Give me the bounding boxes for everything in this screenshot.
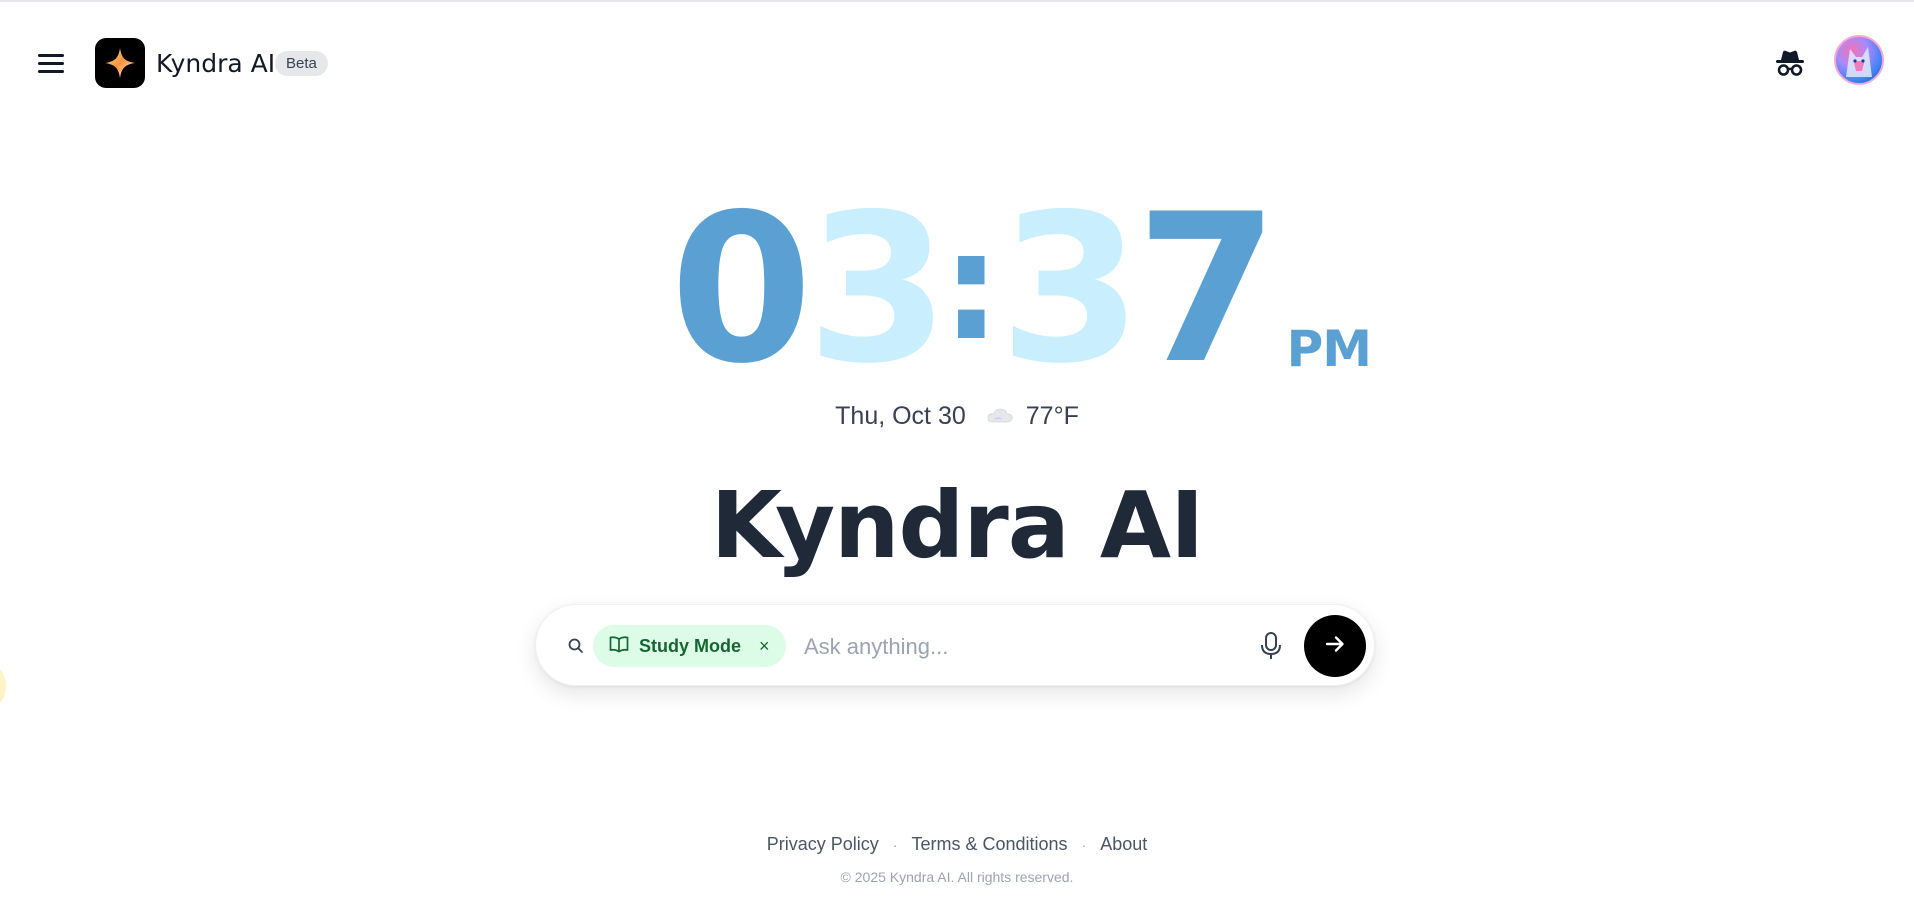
- clock: 0 3 : 3 7 PM: [670, 171, 1372, 409]
- avatar[interactable]: [1834, 35, 1884, 85]
- footer-links: Privacy Policy · Terms & Conditions · Ab…: [0, 834, 1914, 855]
- date-weather-row: Thu, Oct 30 77°F: [0, 402, 1914, 431]
- footer-separator: ·: [892, 836, 898, 853]
- header: Kyndra AI Beta: [0, 2, 1914, 124]
- clock-ampm: PM: [1286, 320, 1372, 378]
- edge-decoration: [0, 668, 6, 704]
- beta-badge: Beta: [275, 51, 328, 76]
- clock-minute-ones: 7: [1135, 171, 1279, 409]
- chip-close-icon[interactable]: ×: [759, 636, 770, 657]
- page: Kyndra AI Beta 0 3 : 3 7 PM Thu, Oct 30 …: [0, 0, 1914, 913]
- cloud-icon: [986, 402, 1014, 431]
- weather: 77°F: [986, 402, 1079, 431]
- arrow-right-icon: [1322, 631, 1348, 662]
- about-link[interactable]: About: [1100, 834, 1147, 855]
- study-mode-label: Study Mode: [639, 635, 741, 656]
- date-label: Thu, Oct 30: [835, 402, 966, 430]
- brand-name[interactable]: Kyndra AI: [156, 49, 275, 78]
- footer-separator: ·: [1081, 836, 1087, 853]
- clock-hour-ones: 3: [806, 171, 950, 409]
- menu-icon[interactable]: [30, 46, 70, 82]
- logo-icon[interactable]: [95, 38, 145, 88]
- incognito-icon[interactable]: [1770, 46, 1810, 82]
- search-icon: [566, 636, 586, 656]
- microphone-icon[interactable]: [1254, 629, 1288, 663]
- temperature: 77°F: [1025, 402, 1079, 430]
- clock-minute-tens: 3: [999, 171, 1142, 409]
- study-mode-chip[interactable]: Study Mode ×: [593, 625, 786, 667]
- terms-link[interactable]: Terms & Conditions: [911, 834, 1067, 855]
- ask-input[interactable]: [804, 629, 1254, 665]
- clock-hour-tens: 0: [670, 171, 813, 409]
- book-icon: [609, 635, 629, 658]
- copyright: © 2025 Kyndra AI. All rights reserved.: [840, 869, 1074, 885]
- privacy-policy-link[interactable]: Privacy Policy: [767, 834, 879, 855]
- search-bar: Study Mode ×: [535, 604, 1375, 686]
- clock-colon: :: [941, 200, 1002, 374]
- send-button[interactable]: [1304, 615, 1366, 677]
- page-title: Kyndra AI: [710, 472, 1205, 579]
